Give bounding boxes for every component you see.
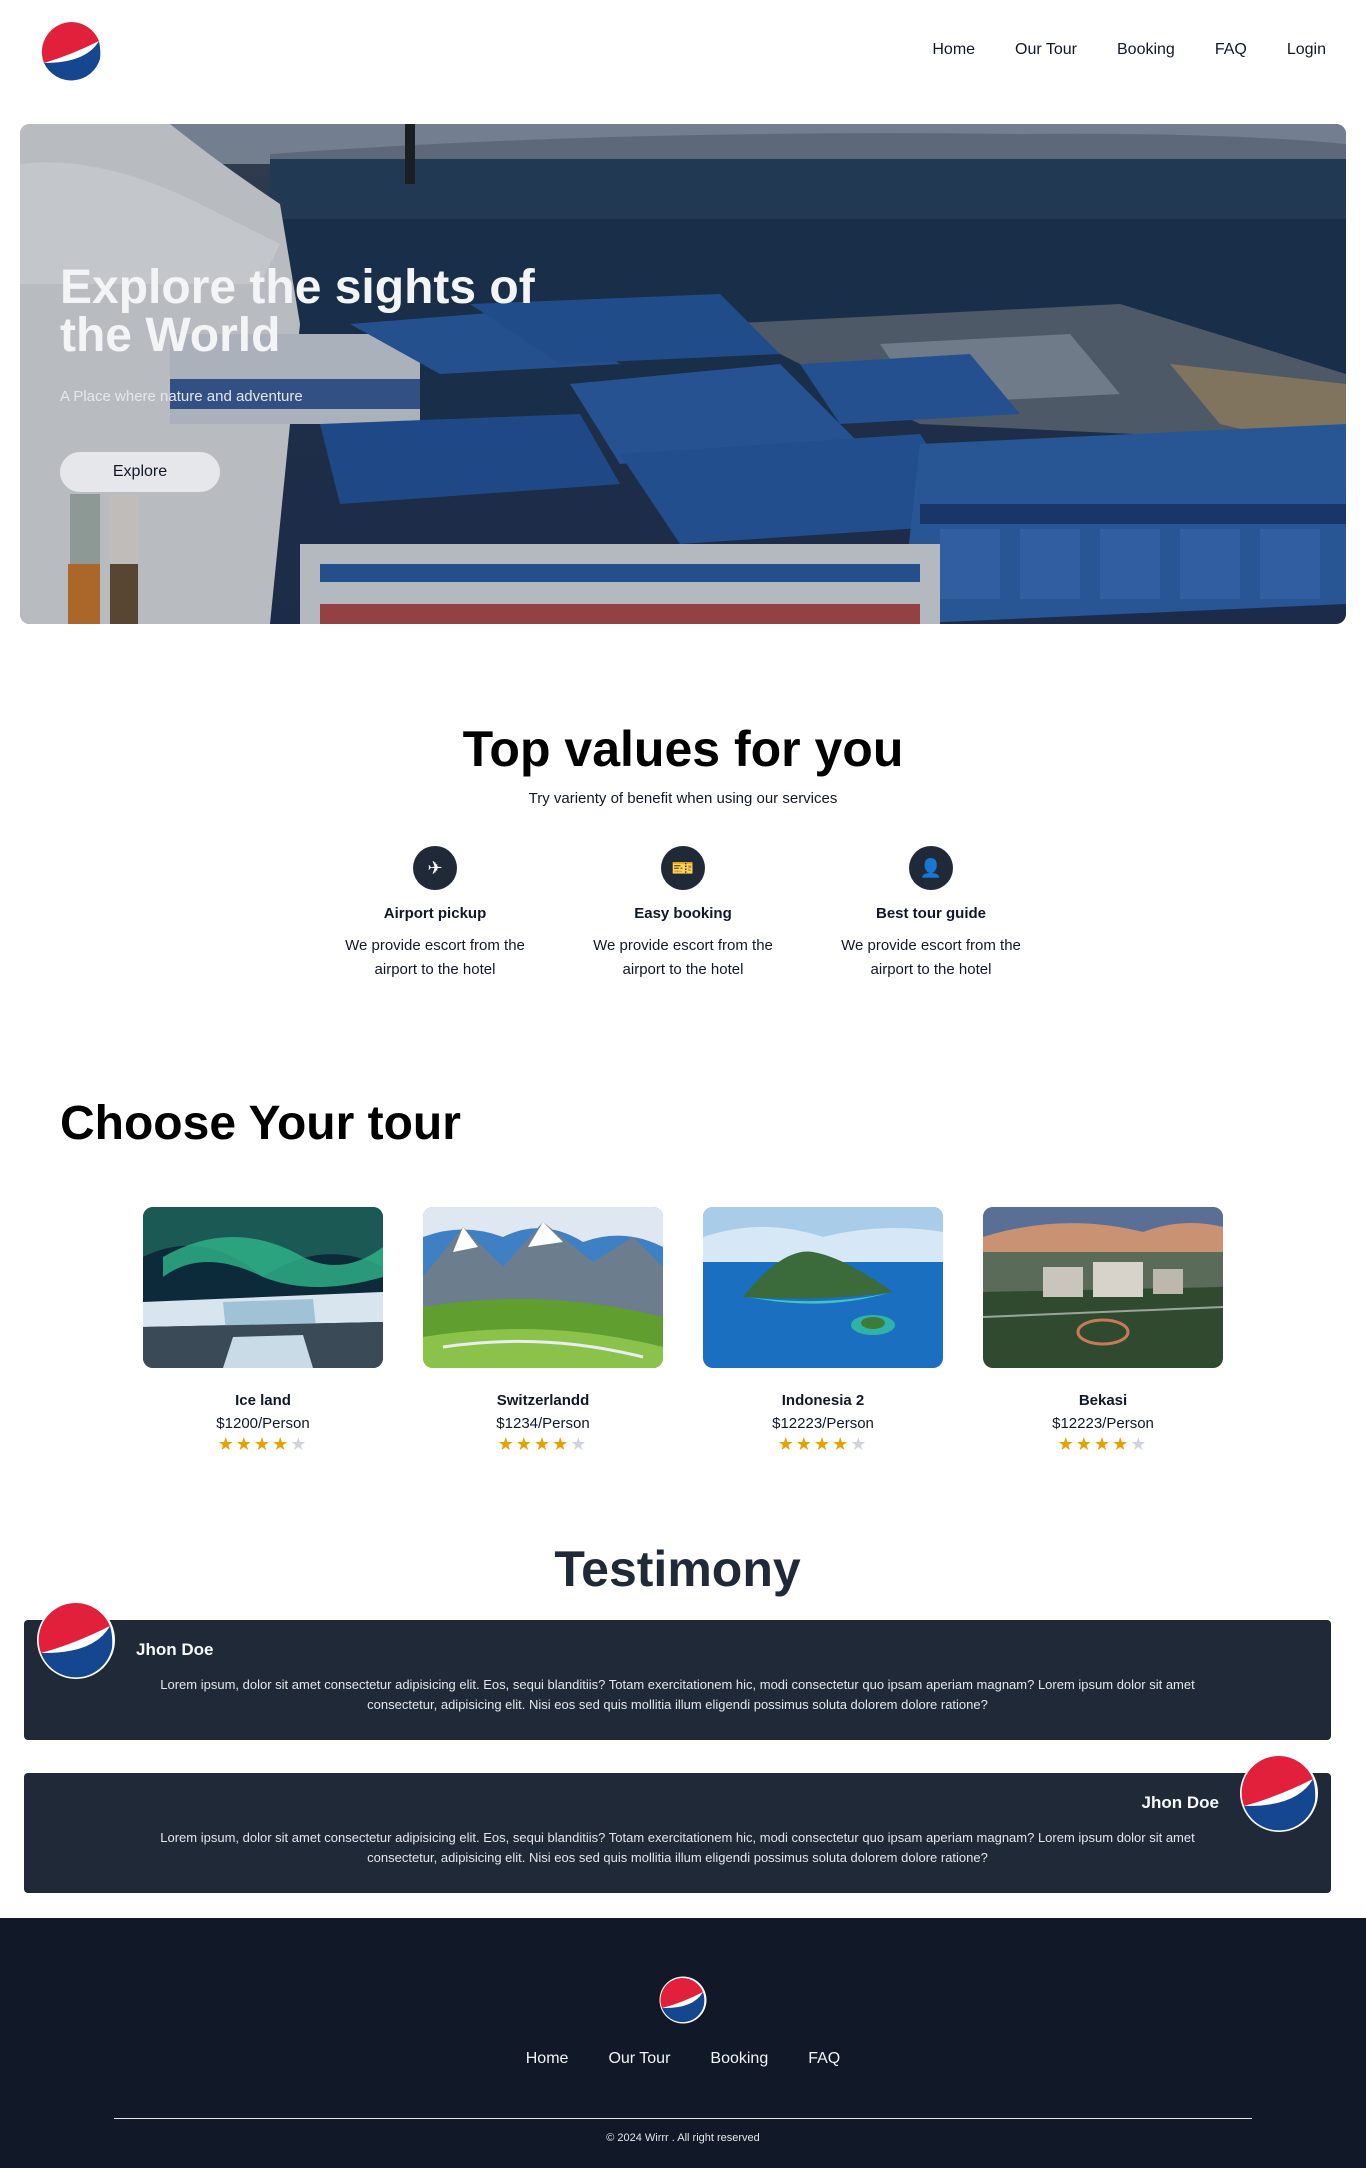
- feature-description: We provide escort from the airport to th…: [345, 937, 525, 978]
- star-filled-icon: ★: [1093, 1434, 1113, 1454]
- star-filled-icon: ★: [217, 1434, 236, 1454]
- star-filled-icon: ★: [813, 1434, 833, 1454]
- rating-stars: ★★★★★: [143, 1434, 383, 1454]
- guide-icon: 👤: [909, 846, 953, 890]
- feature-airport-pickup: ✈ Airport pickup We provide escort from …: [330, 846, 540, 982]
- feature-title: Airport pickup: [383, 905, 487, 922]
- tour-name: Ice land: [235, 1392, 291, 1409]
- ticket-icon: 🎫: [661, 846, 705, 890]
- tour-image[interactable]: [703, 1207, 943, 1368]
- site-header: Home Our Tour Booking FAQ Login: [0, 0, 1366, 110]
- star-filled-icon: ★: [832, 1434, 851, 1454]
- main-nav: Home Our Tour Booking FAQ Login: [932, 41, 1326, 59]
- hero-title: Explore the sights of the World: [60, 261, 535, 362]
- star-filled-icon: ★: [533, 1434, 553, 1454]
- nav-faq[interactable]: FAQ: [1215, 41, 1247, 59]
- testimony-card: Jhon Doe Lorem ipsum, dolor sit amet con…: [24, 1773, 1331, 1893]
- site-footer: Home Our Tour Booking FAQ © 2024 Wirrr .…: [0, 1918, 1366, 2168]
- star-empty-icon: ★: [570, 1434, 589, 1454]
- tour-image[interactable]: [423, 1207, 663, 1368]
- tour-image[interactable]: [143, 1207, 383, 1368]
- nav-our-tour[interactable]: Our Tour: [1015, 41, 1077, 59]
- star-filled-icon: ★: [552, 1434, 571, 1454]
- hero-subtitle: A Place where nature and adventure: [60, 388, 303, 405]
- footer-divider: [114, 2118, 1252, 2119]
- star-empty-icon: ★: [1130, 1434, 1149, 1454]
- tour-card-indonesia[interactable]: Indonesia 2 $12223/Person ★★★★★: [703, 1207, 943, 1454]
- feature-description: We provide escort from the airport to th…: [593, 937, 773, 978]
- feature-description: We provide escort from the airport to th…: [841, 937, 1021, 978]
- tour-image[interactable]: [983, 1207, 1223, 1368]
- nav-login[interactable]: Login: [1287, 41, 1326, 59]
- tour-price: $12223/Person: [1052, 1415, 1154, 1432]
- testimony-card: Jhon Doe Lorem ipsum, dolor sit amet con…: [24, 1620, 1331, 1740]
- hero-banner: Explore the sights of the World A Place …: [20, 124, 1346, 624]
- footer-nav: Home Our Tour Booking FAQ: [0, 2050, 1366, 2068]
- footer-nav-home[interactable]: Home: [526, 2050, 569, 2068]
- star-filled-icon: ★: [253, 1434, 273, 1454]
- testimony-name: Jhon Doe: [136, 1640, 214, 1659]
- nav-home[interactable]: Home: [932, 41, 975, 59]
- hero-overlay: [20, 124, 1346, 624]
- testimony-title: Testimony: [554, 1541, 801, 1597]
- testimony-name: Jhon Doe: [1141, 1793, 1219, 1812]
- footer-logo[interactable]: [659, 1976, 707, 2024]
- star-filled-icon: ★: [497, 1434, 516, 1454]
- footer-nav-faq[interactable]: FAQ: [808, 2050, 840, 2068]
- tour-price: $12223/Person: [772, 1415, 874, 1432]
- feature-easy-booking: 🎫 Easy booking We provide escort from th…: [578, 846, 788, 982]
- footer-nav-our-tour[interactable]: Our Tour: [608, 2050, 670, 2068]
- nav-booking[interactable]: Booking: [1117, 41, 1175, 59]
- copyright: © 2024 Wirrr . All right reserved: [606, 2132, 760, 2144]
- star-filled-icon: ★: [272, 1434, 291, 1454]
- tour-price: $1200/Person: [216, 1415, 310, 1432]
- rating-stars: ★★★★★: [423, 1434, 663, 1454]
- tour-card-bekasi[interactable]: Bekasi $12223/Person ★★★★★: [983, 1207, 1223, 1454]
- explore-button[interactable]: Explore: [60, 452, 220, 492]
- star-empty-icon: ★: [290, 1434, 309, 1454]
- testimony-text: Lorem ipsum, dolor sit amet consectetur …: [160, 1677, 1195, 1712]
- star-filled-icon: ★: [1075, 1434, 1094, 1454]
- logo[interactable]: [41, 21, 103, 83]
- feature-best-tour-guide: 👤 Best tour guide We provide escort from…: [826, 846, 1036, 982]
- tour-price: $1234/Person: [496, 1415, 590, 1432]
- tour-card-switzerland[interactable]: Switzerlandd $1234/Person ★★★★★: [423, 1207, 663, 1454]
- testimony-text: Lorem ipsum, dolor sit amet consectetur …: [160, 1830, 1195, 1865]
- rating-stars: ★★★★★: [703, 1434, 943, 1454]
- star-filled-icon: ★: [515, 1434, 534, 1454]
- values-subtitle: Try varienty of benefit when using our s…: [528, 790, 838, 807]
- rating-stars: ★★★★★: [983, 1434, 1223, 1454]
- tour-name: Bekasi: [1078, 1392, 1128, 1409]
- feature-title: Best tour guide: [875, 905, 986, 922]
- star-empty-icon: ★: [850, 1434, 869, 1454]
- values-title: Top values for you: [462, 721, 904, 777]
- tour-card-iceland[interactable]: Ice land $1200/Person ★★★★★: [143, 1207, 383, 1454]
- star-filled-icon: ★: [235, 1434, 254, 1454]
- star-filled-icon: ★: [1112, 1434, 1131, 1454]
- star-filled-icon: ★: [777, 1434, 796, 1454]
- avatar: [1240, 1754, 1318, 1832]
- airplane-icon: ✈: [413, 846, 457, 890]
- tours-title: Choose Your tour: [60, 1097, 461, 1150]
- star-filled-icon: ★: [795, 1434, 814, 1454]
- feature-title: Easy booking: [634, 905, 732, 922]
- avatar: [37, 1601, 115, 1679]
- tour-name: Indonesia 2: [781, 1392, 865, 1409]
- tour-name: Switzerlandd: [496, 1392, 590, 1409]
- footer-nav-booking[interactable]: Booking: [710, 2050, 768, 2068]
- star-filled-icon: ★: [1057, 1434, 1076, 1454]
